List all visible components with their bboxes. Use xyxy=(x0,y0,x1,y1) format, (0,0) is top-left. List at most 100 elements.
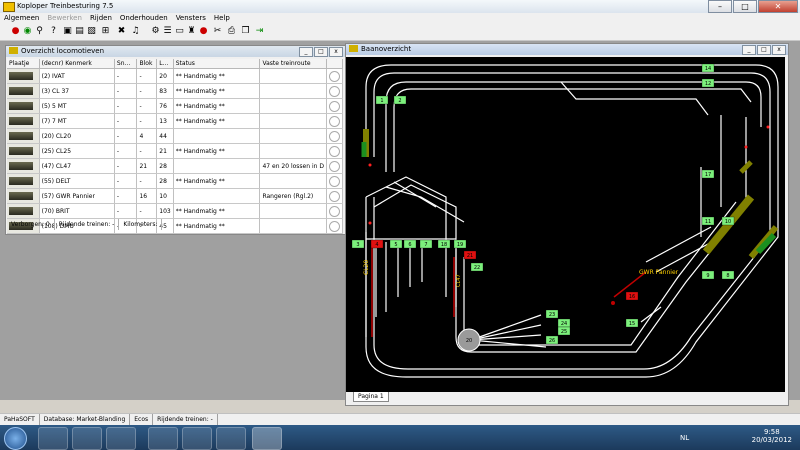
tab-pagina-1[interactable]: Pagina 1 xyxy=(353,392,389,402)
table-row[interactable]: (7) 7 MT - -13 ** Handmatig ** xyxy=(7,113,344,129)
route-icon[interactable]: ▤ xyxy=(74,26,85,37)
block-23[interactable]: 23 xyxy=(545,309,559,319)
col-route[interactable]: Vaste treinroute xyxy=(259,59,327,69)
panel-minimize-button[interactable]: _ xyxy=(299,47,313,57)
block-22[interactable]: 22 xyxy=(470,262,484,272)
turntable-icon[interactable]: ⊞ xyxy=(100,26,111,37)
label-cl20: CL20 xyxy=(363,260,370,275)
block-1[interactable]: 1 xyxy=(375,95,389,105)
app-title: Koploper Treinbesturing 7.5 xyxy=(17,2,114,10)
block-2[interactable]: 2 xyxy=(393,95,407,105)
table-row[interactable]: (25) CL25- -21 ** Handmatig ** xyxy=(7,143,344,159)
block-icon[interactable]: ▣ xyxy=(62,26,73,37)
loco-blok: - xyxy=(136,203,158,219)
bell-icon[interactable]: ♫ xyxy=(130,26,141,37)
menu-rijden[interactable]: Rijden xyxy=(86,13,116,24)
block-labels: 14121 21711 103 4 5 6 7 18 1921229 81615232425262… xyxy=(351,63,735,345)
block-18[interactable]: 18 xyxy=(437,239,451,249)
col-plaatje[interactable]: Plaatje xyxy=(7,59,40,69)
chrome-taskbar-icon[interactable] xyxy=(182,427,212,450)
panel-close-button[interactable]: x xyxy=(329,47,343,57)
loco-kenmerk: (2) IVAT xyxy=(39,68,115,84)
train-icon[interactable]: ☰ xyxy=(162,26,173,37)
table-row[interactable]: (2) IVAT - -20 ** Handmatig ** xyxy=(7,68,344,84)
close-button[interactable]: ✕ xyxy=(758,0,798,13)
ie-taskbar-icon[interactable] xyxy=(38,427,68,450)
block-10[interactable]: 10 xyxy=(721,216,735,226)
menu-bewerken[interactable]: Bewerken xyxy=(43,13,86,24)
panel-maximize-button[interactable]: □ xyxy=(314,47,328,57)
block-17[interactable]: 17 xyxy=(701,169,715,179)
explorer-taskbar-icon[interactable] xyxy=(72,427,102,450)
language-indicator[interactable]: NL xyxy=(680,434,689,442)
menu-algemeen[interactable]: Algemeen xyxy=(0,13,43,24)
block-9[interactable]: 9 xyxy=(701,270,715,280)
block-4[interactable]: 4 xyxy=(370,239,384,249)
window-icon[interactable]: ❐ xyxy=(240,26,251,37)
block-24[interactable]: 24 xyxy=(557,318,571,328)
koploper-taskbar-icon[interactable] xyxy=(252,427,282,450)
menu-help[interactable]: Help xyxy=(210,13,234,24)
col-l[interactable]: L... xyxy=(156,59,174,69)
block-26[interactable]: 26 xyxy=(545,335,559,345)
media-taskbar-icon[interactable] xyxy=(106,427,136,450)
mail-taskbar-icon[interactable] xyxy=(148,427,178,450)
block-number: 1 xyxy=(380,98,383,104)
block-8[interactable]: 8 xyxy=(721,270,735,280)
table-row[interactable]: (47) CL47-21 28 47 en 20 lossen in D xyxy=(7,158,344,174)
block-12[interactable]: 12 xyxy=(701,78,715,88)
block-21[interactable]: 21 xyxy=(463,250,477,260)
tools-icon[interactable]: ✂ xyxy=(212,26,223,37)
panel-maximize-button[interactable]: □ xyxy=(757,45,771,55)
delete-route-icon[interactable]: ▧ xyxy=(86,26,97,37)
panel-close-button[interactable]: x xyxy=(772,45,786,55)
block-15[interactable]: 15 xyxy=(625,318,639,328)
table-row[interactable]: (57) GWR Pannier -16 10 Rangeren (Rgl.2) xyxy=(7,188,344,204)
block-11[interactable]: 11 xyxy=(701,216,715,226)
maximize-button[interactable]: □ xyxy=(733,0,757,13)
minimize-button[interactable]: – xyxy=(708,0,732,13)
track-diagram[interactable]: CL20 CL47 GWR Pannier 14 12 1 2 17 11 10 3 4 5 6 7 1… xyxy=(346,57,785,392)
loco-kenmerk: (20) CL20 xyxy=(39,128,115,144)
print-icon[interactable]: ⎙ xyxy=(226,26,237,37)
location-icon[interactable]: ◉ xyxy=(22,26,33,37)
table-row[interactable]: (70) BRIT - -103 ** Handmatig ** xyxy=(7,203,344,219)
panel-minimize-button[interactable]: _ xyxy=(742,45,756,55)
stop-icon[interactable]: ✖ xyxy=(116,26,127,37)
block-14[interactable]: 14 xyxy=(701,63,715,73)
col-sn[interactable]: Sn... xyxy=(114,59,138,69)
menu-onderhouden[interactable]: Onderhouden xyxy=(116,13,172,24)
block-number: 12 xyxy=(705,81,711,87)
loco-sn: - xyxy=(114,173,138,189)
col-status[interactable]: Status xyxy=(173,59,261,69)
start-button[interactable] xyxy=(4,427,27,450)
car-icon[interactable]: ♜ xyxy=(186,26,197,37)
col-blok[interactable]: Blok xyxy=(136,59,158,69)
record-icon[interactable]: ● xyxy=(198,26,209,37)
block-7[interactable]: 7 xyxy=(419,239,433,249)
wagon-icon[interactable]: ▭ xyxy=(174,26,185,37)
loco-length: 83 xyxy=(156,83,174,99)
block-6[interactable]: 6 xyxy=(403,239,417,249)
switch-icon[interactable]: ⚲ xyxy=(34,26,45,37)
menu-vensters[interactable]: Vensters xyxy=(172,13,210,24)
exit-icon[interactable]: ⇥ xyxy=(254,26,265,37)
help-icon[interactable]: ? xyxy=(48,26,59,37)
track-panel-title: Baanoverzicht xyxy=(361,45,412,53)
signal-icon[interactable]: ● xyxy=(10,26,21,37)
app-taskbar-icon[interactable] xyxy=(216,427,246,450)
block-19[interactable]: 19 xyxy=(453,239,467,249)
table-row[interactable]: (55) DELT - -28 ** Handmatig ** xyxy=(7,173,344,189)
table-row[interactable]: (3) CL 37- -83 ** Handmatig ** xyxy=(7,83,344,99)
table-row[interactable]: (5) 5 MT - -76 ** Handmatig ** xyxy=(7,98,344,114)
block-5[interactable]: 5 xyxy=(389,239,403,249)
col-kenmerk[interactable]: (decnr) Kenmerk xyxy=(39,59,115,69)
table-row[interactable]: (20) CL20-4 44 xyxy=(7,128,344,144)
track-svg[interactable]: CL20 CL47 GWR Pannier 14121 21711 103 4 5 6 7 1… xyxy=(346,57,785,392)
block-20[interactable]: 20 xyxy=(466,338,472,344)
block-16[interactable]: 16 xyxy=(625,291,639,301)
block-3[interactable]: 3 xyxy=(351,239,365,249)
block-25[interactable]: 25 xyxy=(557,326,571,336)
loco-icon[interactable]: ⚙ xyxy=(150,26,161,37)
clock[interactable]: 9:58 20/03/2012 xyxy=(752,428,792,444)
